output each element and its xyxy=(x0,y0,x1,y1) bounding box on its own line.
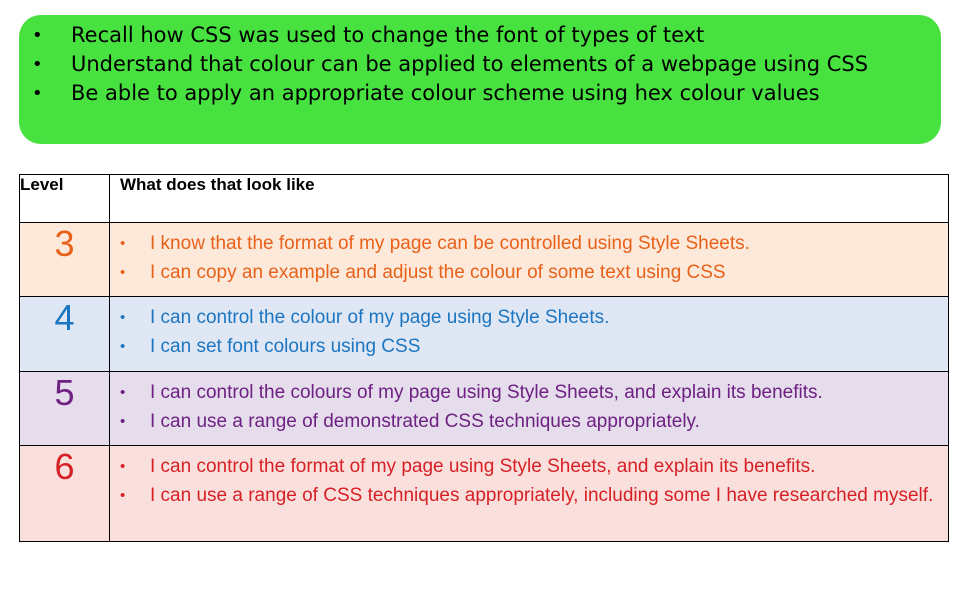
level-description-cell: • I can control the colour of my page usi… xyxy=(109,296,949,372)
objective-text: Understand that colour can be applied to… xyxy=(71,52,869,76)
criterion-text: I can control the colour of my page usin… xyxy=(150,307,610,328)
bullet-icon: • xyxy=(32,83,43,104)
bullet-icon: • xyxy=(32,25,43,46)
list-item: • I can use a range of demonstrated CSS t… xyxy=(110,407,948,436)
level-number: 3 xyxy=(19,222,110,297)
list-item: • I can control the colours of my page us… xyxy=(110,378,948,407)
level-number: 6 xyxy=(19,445,110,542)
table-row-level-3: 3 • I know that the format of my page can… xyxy=(19,222,949,297)
bullet-icon: • xyxy=(120,487,126,504)
table-row-level-5: 5 • I can control the colours of my page … xyxy=(19,371,949,446)
bullet-icon: • xyxy=(120,413,126,430)
criterion-text: I can control the format of my page usin… xyxy=(150,456,816,477)
bullet-icon: • xyxy=(120,384,126,401)
objective-text: Be able to apply an appropriate colour s… xyxy=(71,81,820,105)
level-column-header: Level xyxy=(19,174,110,223)
objective-text: Recall how CSS was used to change the fo… xyxy=(71,23,705,47)
bullet-icon: • xyxy=(120,264,126,281)
table-row-level-6: 6 • I can control the format of my page u… xyxy=(19,445,949,542)
objectives-list: • Recall how CSS was used to change the … xyxy=(19,21,941,108)
criterion-text: I can control the colours of my page usi… xyxy=(150,382,823,403)
level-description-cell: • I can control the format of my page usi… xyxy=(109,445,949,542)
objective-item: • Understand that colour can be applied … xyxy=(19,50,941,79)
level-description-cell: • I can control the colours of my page us… xyxy=(109,371,949,446)
bullet-icon: • xyxy=(120,458,126,475)
criterion-text: I can use a range of CSS techniques appr… xyxy=(150,485,934,506)
table-header-row: Level What does that look like xyxy=(19,174,949,223)
bullet-icon: • xyxy=(120,235,126,252)
list-item: • I know that the format of my page can b… xyxy=(110,229,948,258)
levels-table: Level What does that look like 3 • I know… xyxy=(19,174,949,542)
list-item: • I can use a range of CSS techniques app… xyxy=(110,481,948,510)
level-description-cell: • I know that the format of my page can b… xyxy=(109,222,949,297)
level-number: 5 xyxy=(19,371,110,446)
list-item: • I can copy an example and adjust the co… xyxy=(110,258,948,287)
criterion-text: I can set font colours using CSS xyxy=(150,336,421,357)
list-item: • I can control the format of my page usi… xyxy=(110,452,948,481)
level-number: 4 xyxy=(19,296,110,372)
bullet-icon: • xyxy=(120,309,126,326)
criterion-text: I know that the format of my page can be… xyxy=(150,233,750,254)
objective-item: • Recall how CSS was used to change the … xyxy=(19,21,941,50)
bullet-icon: • xyxy=(120,338,126,355)
objective-item: • Be able to apply an appropriate colour… xyxy=(19,79,941,108)
criterion-text: I can copy an example and adjust the col… xyxy=(150,262,726,283)
learning-objectives-box: • Recall how CSS was used to change the … xyxy=(19,15,941,144)
criterion-text: I can use a range of demonstrated CSS te… xyxy=(150,411,700,432)
bullet-icon: • xyxy=(32,54,43,75)
description-column-header: What does that look like xyxy=(109,174,949,223)
list-item: • I can set font colours using CSS xyxy=(110,332,948,361)
list-item: • I can control the colour of my page usi… xyxy=(110,303,948,332)
table-row-level-4: 4 • I can control the colour of my page u… xyxy=(19,296,949,372)
